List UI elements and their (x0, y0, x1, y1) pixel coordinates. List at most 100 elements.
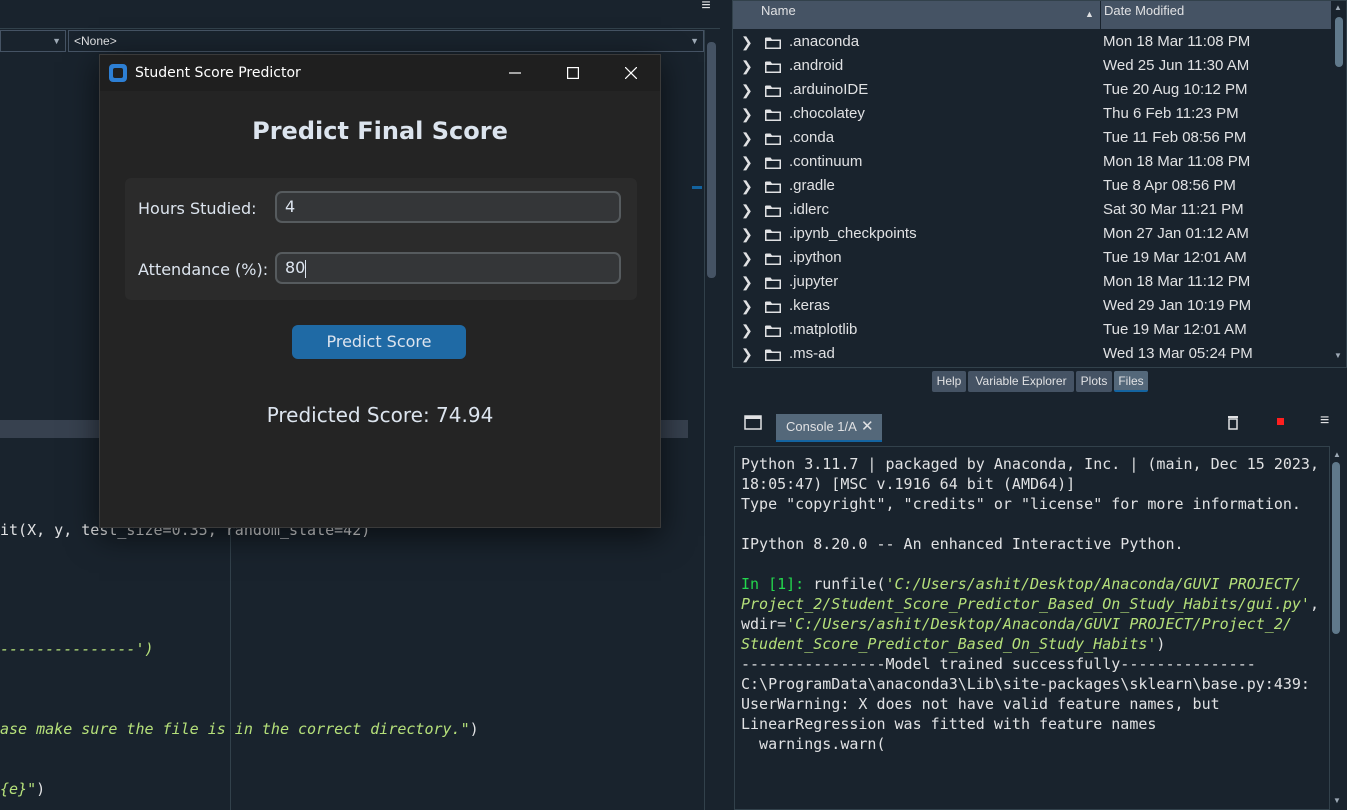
list-item[interactable]: ❯ .ipython Tue 19 Mar 12:01 AM (733, 247, 1331, 271)
file-name: .chocolatey (789, 105, 865, 122)
scroll-up-icon[interactable]: ▲ (1333, 450, 1341, 459)
chevron-down-icon: ▼ (690, 36, 699, 46)
chevron-right-icon[interactable]: ❯ (741, 127, 753, 149)
console-output[interactable]: Python 3.11.7 | packaged by Anaconda, In… (734, 446, 1330, 810)
list-item[interactable]: ❯ .android Wed 25 Jun 11:30 AM (733, 55, 1331, 79)
chevron-right-icon[interactable]: ❯ (741, 223, 753, 245)
attendance-input[interactable]: 80 (275, 252, 621, 284)
predict-score-button[interactable]: Predict Score (292, 325, 466, 359)
console-scrollbar-thumb[interactable] (1332, 462, 1340, 634)
file-date: Mon 18 Mar 11:08 PM (1103, 33, 1251, 50)
tab-plots[interactable]: Plots (1076, 371, 1112, 392)
maximize-button[interactable] (544, 55, 602, 91)
list-item[interactable]: ❯ .matplotlib Tue 19 Mar 12:01 AM (733, 319, 1331, 343)
file-name: .anaconda (789, 33, 860, 50)
list-item[interactable]: ❯ .continuum Mon 18 Mar 11:08 PM (733, 151, 1331, 175)
list-item[interactable]: ❯ .ms-ad Wed 13 Mar 05:24 PM (733, 343, 1331, 367)
browse-tabs-icon[interactable] (744, 414, 762, 430)
chevron-right-icon[interactable]: ❯ (741, 103, 753, 125)
console-line: warnings.warn( (741, 735, 886, 753)
list-item[interactable]: ❯ .jupyter Mon 18 Mar 11:12 PM (733, 271, 1331, 295)
tab-console-1a[interactable]: Console 1/A ✕ (776, 414, 882, 442)
file-name: .ms-ad (789, 345, 835, 362)
minimize-icon (509, 72, 521, 74)
tab-help[interactable]: Help (932, 371, 966, 392)
column-header-date[interactable]: Date Modified (1104, 1, 1184, 29)
file-date: Tue 19 Mar 12:01 AM (1103, 321, 1247, 338)
method-selector[interactable]: <None> ▼ (68, 30, 704, 52)
chevron-right-icon[interactable]: ❯ (741, 55, 753, 77)
chevron-right-icon[interactable]: ❯ (741, 271, 753, 293)
file-date: Tue 8 Apr 08:56 PM (1103, 177, 1236, 194)
chevron-right-icon[interactable]: ❯ (741, 295, 753, 317)
file-name: .continuum (789, 153, 863, 170)
editor-toolbar (0, 0, 720, 29)
file-name: .ipython (789, 249, 842, 266)
scroll-marker (692, 186, 702, 189)
console-line: LinearRegression was fitted with feature… (741, 715, 1157, 733)
file-name: .idlerc (789, 201, 830, 218)
close-button[interactable] (602, 55, 660, 91)
class-selector[interactable]: ▼ (0, 30, 66, 52)
folder-icon (765, 349, 781, 361)
file-name: .conda (789, 129, 835, 146)
hours-studied-input[interactable]: 4 (275, 191, 621, 223)
maximize-icon (567, 67, 580, 80)
method-selector-value: <None> (74, 34, 117, 48)
predicted-score-label: Predicted Score: 74.94 (266, 403, 494, 427)
app-icon-inner (113, 68, 123, 78)
app-icon (109, 64, 127, 82)
chevron-right-icon[interactable]: ❯ (741, 31, 753, 53)
minimize-button[interactable] (486, 55, 544, 91)
scroll-down-icon[interactable]: ▼ (1333, 796, 1341, 805)
list-item[interactable]: ❯ .gradle Tue 8 Apr 08:56 PM (733, 175, 1331, 199)
chevron-right-icon[interactable]: ❯ (741, 79, 753, 101)
window-title: Student Score Predictor (135, 65, 301, 81)
list-item[interactable]: ❯ .arduinoIDE Tue 20 Aug 10:12 PM (733, 79, 1331, 103)
chevron-right-icon[interactable]: ❯ (741, 247, 753, 269)
stop-icon[interactable] (1277, 418, 1284, 425)
options-menu-icon[interactable]: ≡ (696, 0, 716, 14)
console-prompt: In [1]: (741, 575, 814, 593)
tab-files[interactable]: Files (1114, 371, 1148, 392)
trash-icon[interactable] (1227, 414, 1239, 430)
chevron-right-icon[interactable]: ❯ (741, 151, 753, 173)
folder-icon (765, 325, 781, 337)
console-line: Type "copyright", "credits" or "license"… (741, 495, 1301, 513)
file-date: Wed 13 Mar 05:24 PM (1103, 345, 1253, 362)
list-item[interactable]: ❯ .keras Wed 29 Jan 10:19 PM (733, 295, 1331, 319)
tab-variable-explorer[interactable]: Variable Explorer (968, 371, 1074, 392)
files-scrollbar-thumb[interactable] (1335, 17, 1343, 67)
chevron-right-icon[interactable]: ❯ (741, 199, 753, 221)
student-score-predictor-window: Student Score Predictor Predict Final Sc… (99, 54, 661, 528)
file-name: .keras (789, 297, 830, 314)
folder-icon (765, 205, 781, 217)
page-title: Predict Final Score (252, 117, 508, 145)
attendance-value: 80 (285, 258, 306, 277)
column-header-name[interactable]: Name (761, 1, 796, 29)
list-item[interactable]: ❯ .conda Tue 11 Feb 08:56 PM (733, 127, 1331, 151)
close-icon[interactable]: ✕ (861, 414, 874, 440)
chevron-right-icon[interactable]: ❯ (741, 175, 753, 197)
options-menu-icon[interactable]: ≡ (1320, 412, 1329, 430)
list-item[interactable]: ❯ .ipynb_checkpoints Mon 27 Jan 01:12 AM (733, 223, 1331, 247)
folder-icon (765, 229, 781, 241)
folder-icon (765, 157, 781, 169)
chevron-right-icon[interactable]: ❯ (741, 319, 753, 341)
attendance-label: Attendance (%): (138, 260, 269, 279)
editor-scrollbar-thumb[interactable] (707, 42, 716, 278)
sort-ascending-icon: ▲ (1085, 9, 1094, 19)
folder-icon (765, 37, 781, 49)
list-item[interactable]: ❯ .anaconda Mon 18 Mar 11:08 PM (733, 31, 1331, 55)
chevron-down-icon: ▼ (52, 36, 61, 46)
scroll-down-icon[interactable]: ▼ (1334, 351, 1342, 360)
file-date: Tue 11 Feb 08:56 PM (1103, 129, 1247, 146)
scroll-up-icon[interactable]: ▲ (1334, 3, 1342, 12)
list-item[interactable]: ❯ .chocolatey Thu 6 Feb 11:23 PM (733, 103, 1331, 127)
console-input-line: Project_2/Student_Score_Predictor_Based_… (741, 595, 1319, 613)
folder-icon (765, 133, 781, 145)
code-line: ---------------') (0, 640, 154, 658)
chevron-right-icon[interactable]: ❯ (741, 343, 753, 365)
window-titlebar[interactable]: Student Score Predictor (100, 55, 660, 91)
list-item[interactable]: ❯ .idlerc Sat 30 Mar 11:21 PM (733, 199, 1331, 223)
